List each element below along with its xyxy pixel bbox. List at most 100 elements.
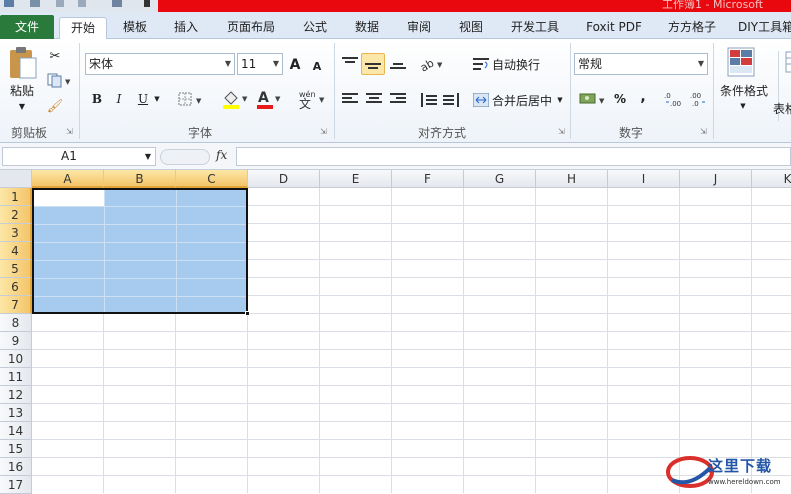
bold-button[interactable]: B bbox=[88, 89, 106, 109]
row-header-7[interactable]: 7 bbox=[0, 296, 32, 314]
name-box[interactable]: A1 ▼ bbox=[2, 147, 156, 166]
column-header-i[interactable]: I bbox=[608, 170, 680, 188]
worksheet-grid[interactable]: ABCDEFGHIJK 1 2 3 4 5 6 7 8 9 10 11 12 13 14 15 16 17 bbox=[0, 170, 791, 494]
tab-insert[interactable]: 插入 bbox=[163, 17, 209, 39]
text-orientation-icon[interactable]: ab ▼ bbox=[418, 53, 446, 75]
tab-data[interactable]: 数据 bbox=[344, 17, 390, 39]
increase-decimal-icon[interactable]: .0.00 bbox=[664, 89, 684, 109]
decrease-decimal-icon[interactable]: .00.0 bbox=[688, 89, 708, 109]
tab-file[interactable]: 文件 bbox=[0, 15, 54, 39]
paste-button[interactable]: 粘贴 bbox=[8, 81, 36, 99]
quick-access-icon[interactable] bbox=[112, 0, 122, 7]
accounting-format-icon[interactable]: ▼ bbox=[578, 89, 608, 109]
row-header-17[interactable]: 17 bbox=[0, 476, 32, 494]
paste-icon[interactable] bbox=[6, 45, 40, 81]
underline-dropdown-icon[interactable]: ▼ bbox=[152, 93, 162, 105]
align-center-icon[interactable] bbox=[366, 93, 382, 105]
merge-center-button[interactable]: 合并后居中 bbox=[492, 91, 556, 109]
border-icon[interactable]: ▼ bbox=[176, 89, 206, 109]
alignment-launcher-icon[interactable]: ⇲ bbox=[558, 127, 565, 136]
row-header-12[interactable]: 12 bbox=[0, 386, 32, 404]
merge-dropdown-icon[interactable]: ▼ bbox=[555, 94, 565, 106]
row-header-2[interactable]: 2 bbox=[0, 206, 32, 224]
underline-button[interactable]: U bbox=[134, 89, 152, 109]
row-header-13[interactable]: 13 bbox=[0, 404, 32, 422]
row-header-5[interactable]: 5 bbox=[0, 260, 32, 278]
font-launcher-icon[interactable]: ⇲ bbox=[320, 127, 327, 136]
tab-foxit-pdf[interactable]: Foxit PDF bbox=[580, 17, 648, 39]
row-header-4[interactable]: 4 bbox=[0, 242, 32, 260]
row-header-9[interactable]: 9 bbox=[0, 332, 32, 350]
tab-page-layout[interactable]: 页面布局 bbox=[218, 17, 284, 39]
insert-function-icon[interactable]: fx bbox=[216, 148, 227, 162]
tab-formulas[interactable]: 公式 bbox=[292, 17, 338, 39]
column-header-b[interactable]: B bbox=[104, 170, 176, 188]
align-top-icon[interactable] bbox=[342, 57, 358, 69]
tab-diy-toolbox[interactable]: DIY工具箱 bbox=[738, 17, 791, 39]
copy-icon[interactable]: ▼ bbox=[46, 71, 72, 89]
format-as-table-button[interactable]: 表格 bbox=[773, 99, 791, 117]
formula-input[interactable] bbox=[236, 147, 791, 166]
format-as-table-icon[interactable] bbox=[784, 49, 791, 75]
column-header-d[interactable]: D bbox=[248, 170, 320, 188]
fill-color-icon[interactable]: ▼ bbox=[220, 87, 252, 111]
font-size-select[interactable]: 11 ▼ bbox=[237, 53, 283, 75]
active-cell[interactable] bbox=[34, 190, 104, 206]
column-header-h[interactable]: H bbox=[536, 170, 608, 188]
column-header-g[interactable]: G bbox=[464, 170, 536, 188]
formula-bar-splitter[interactable] bbox=[160, 149, 210, 165]
row-header-8[interactable]: 8 bbox=[0, 314, 32, 332]
align-right-icon[interactable] bbox=[390, 93, 406, 105]
merge-center-icon[interactable] bbox=[472, 91, 490, 109]
undo-icon[interactable] bbox=[56, 0, 64, 7]
column-header-f[interactable]: F bbox=[392, 170, 464, 188]
phonetic-icon[interactable]: wén 文 ▼ bbox=[296, 87, 328, 111]
quick-access-dropdown-icon[interactable] bbox=[144, 0, 150, 7]
column-header-e[interactable]: E bbox=[320, 170, 392, 188]
conditional-format-button[interactable]: 条件格式 bbox=[716, 81, 772, 99]
row-header-15[interactable]: 15 bbox=[0, 440, 32, 458]
italic-button[interactable]: I bbox=[110, 89, 128, 109]
shrink-font-button[interactable]: A bbox=[310, 57, 324, 75]
save-icon[interactable] bbox=[30, 0, 40, 7]
decrease-indent-icon[interactable] bbox=[420, 91, 438, 109]
cut-icon[interactable]: ✂ bbox=[46, 47, 64, 65]
wrap-text-icon[interactable] bbox=[472, 55, 490, 73]
row-header-1[interactable]: 1 bbox=[0, 188, 32, 206]
grow-font-button[interactable]: A bbox=[287, 55, 303, 75]
tab-fangfang[interactable]: 方方格子 bbox=[660, 17, 724, 39]
row-header-10[interactable]: 10 bbox=[0, 350, 32, 368]
clipboard-launcher-icon[interactable]: ⇲ bbox=[66, 127, 73, 136]
fill-handle[interactable] bbox=[245, 311, 250, 316]
select-all-button[interactable] bbox=[0, 170, 32, 188]
column-header-k[interactable]: K bbox=[752, 170, 791, 188]
tab-developer[interactable]: 开发工具 bbox=[502, 17, 568, 39]
redo-icon[interactable] bbox=[78, 0, 86, 7]
comma-button[interactable]: , bbox=[636, 87, 650, 107]
selected-range[interactable] bbox=[32, 188, 248, 314]
increase-indent-icon[interactable] bbox=[442, 91, 460, 109]
tab-template[interactable]: 模板 bbox=[112, 17, 158, 39]
tab-home[interactable]: 开始 bbox=[59, 17, 107, 40]
wrap-text-button[interactable]: 自动换行 bbox=[492, 55, 542, 73]
column-header-a[interactable]: A bbox=[32, 170, 104, 188]
tab-view[interactable]: 视图 bbox=[448, 17, 494, 39]
tab-review[interactable]: 审阅 bbox=[396, 17, 442, 39]
conditional-format-icon[interactable] bbox=[726, 45, 756, 79]
excel-logo-icon[interactable] bbox=[4, 0, 14, 7]
align-bottom-icon[interactable] bbox=[390, 59, 406, 71]
format-painter-icon[interactable]: 🖌 bbox=[46, 97, 64, 115]
row-header-11[interactable]: 11 bbox=[0, 368, 32, 386]
align-left-icon[interactable] bbox=[342, 93, 358, 105]
number-launcher-icon[interactable]: ⇲ bbox=[700, 127, 707, 136]
font-color-icon[interactable]: A ▼ bbox=[254, 87, 284, 111]
paste-dropdown-icon[interactable]: ▼ bbox=[16, 101, 28, 111]
row-header-6[interactable]: 6 bbox=[0, 278, 32, 296]
row-header-16[interactable]: 16 bbox=[0, 458, 32, 476]
number-format-select[interactable]: 常规 ▼ bbox=[574, 53, 708, 75]
font-name-select[interactable]: 宋体 ▼ bbox=[85, 53, 235, 75]
row-header-14[interactable]: 14 bbox=[0, 422, 32, 440]
conditional-format-dropdown-icon[interactable]: ▼ bbox=[738, 101, 748, 111]
align-middle-button[interactable] bbox=[361, 53, 385, 75]
percent-button[interactable]: % bbox=[612, 89, 628, 109]
